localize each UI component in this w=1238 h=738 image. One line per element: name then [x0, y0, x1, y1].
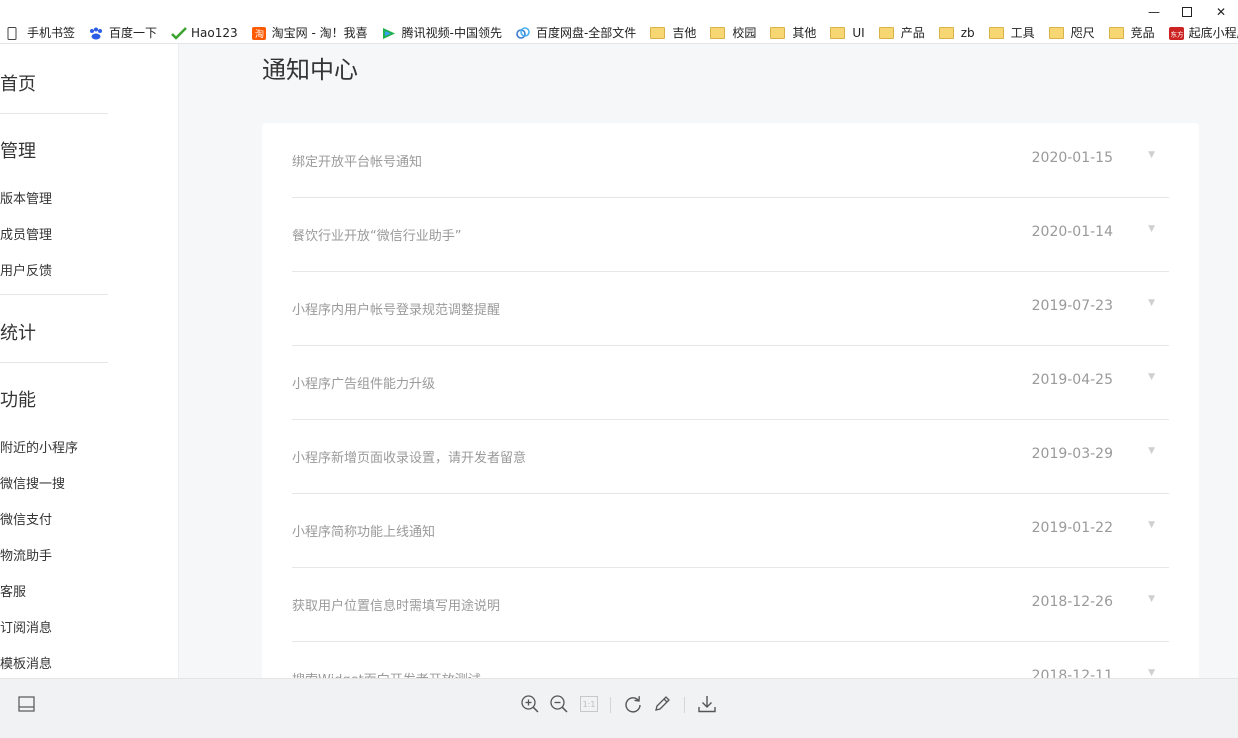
nav-item-nearby-miniprogram[interactable]: 附近的小程序 [0, 437, 78, 456]
nav-group-features[interactable]: 功能 [0, 386, 36, 412]
nav-group-stats[interactable]: 统计 [0, 319, 36, 345]
notice-title: 小程序广告组件能力升级 [292, 377, 436, 392]
bookmark-folder-product[interactable]: 产品 [878, 24, 925, 41]
window-titlebar: — ✕ [0, 0, 1238, 24]
notice-row[interactable]: 小程序内用户帐号登录规范调整提醒 2019-07-23 ▼ [292, 271, 1169, 346]
bookmark-taobao[interactable]: 淘 淘宝网 - 淘！我喜 [251, 24, 368, 41]
viewer-toolbar: 1:1 [0, 678, 1238, 738]
nav-item-customer-service[interactable]: 客服 [0, 581, 26, 600]
notice-date: 2020-01-15 [1031, 150, 1113, 166]
bookmark-qidi[interactable]: 东方 起底小程序 [1168, 24, 1238, 41]
nav-divider [0, 362, 108, 363]
actual-size-icon[interactable]: 1:1 [578, 693, 600, 715]
toolbar-divider [610, 697, 611, 713]
minimize-icon[interactable]: — [1144, 3, 1164, 21]
notice-date: 2020-01-14 [1031, 224, 1113, 240]
notice-date: 2019-03-29 [1031, 446, 1113, 462]
chevron-down-icon[interactable]: ▼ [1148, 298, 1155, 308]
notice-date: 2018-12-26 [1031, 594, 1113, 610]
panel-icon[interactable] [15, 693, 37, 715]
bookmark-folder-competitors[interactable]: 竞品 [1108, 24, 1155, 41]
tencent-video-icon [382, 27, 396, 39]
chevron-down-icon[interactable]: ▼ [1148, 668, 1155, 678]
notice-date: 2019-01-22 [1031, 520, 1113, 536]
notice-row[interactable]: 获取用户位置信息时需填写用途说明 2018-12-26 ▼ [292, 567, 1169, 642]
folder-icon [878, 26, 894, 39]
notice-row[interactable]: 小程序简称功能上线通知 2019-01-22 ▼ [292, 493, 1169, 568]
svg-text:东方: 东方 [1170, 29, 1184, 38]
folder-icon [1048, 26, 1064, 39]
phone-icon [7, 26, 21, 40]
maximize-icon[interactable] [1177, 3, 1197, 21]
chevron-down-icon[interactable]: ▼ [1148, 150, 1155, 160]
zoom-in-icon[interactable] [519, 693, 541, 715]
nav-divider [0, 294, 108, 295]
nav-item-subscribe-message[interactable]: 订阅消息 [0, 617, 52, 636]
bookmark-folder-other[interactable]: 其他 [770, 24, 816, 41]
hao123-icon [171, 26, 187, 40]
folder-icon [770, 26, 786, 39]
bookmark-baidu[interactable]: 百度一下 [89, 24, 157, 41]
bookmark-baidu-netdisk[interactable]: 百度网盘-全部文件 [516, 24, 636, 41]
rotate-icon[interactable] [622, 693, 644, 715]
edit-icon[interactable] [651, 693, 673, 715]
page-title: 通知中心 [262, 56, 358, 84]
notice-title: 餐饮行业开放“微信行业助手” [292, 229, 462, 244]
notice-row[interactable]: 小程序新增页面收录设置，请开发者留意 2019-03-29 ▼ [292, 419, 1169, 494]
nav-item-user-feedback[interactable]: 用户反馈 [0, 260, 52, 279]
bookmark-hao123[interactable]: Hao123 [171, 26, 238, 40]
chevron-down-icon[interactable]: ▼ [1148, 520, 1155, 530]
bookmark-folder-zhichi[interactable]: 咫尺 [1048, 24, 1095, 41]
nav-item-template-message[interactable]: 模板消息 [0, 653, 52, 672]
bookmark-folder-guitar[interactable]: 吉他 [650, 24, 696, 41]
bookmark-folder-zb[interactable]: zb [938, 26, 975, 40]
folder-icon [830, 26, 846, 39]
notice-title: 获取用户位置信息时需填写用途说明 [292, 599, 501, 614]
zoom-out-icon[interactable] [548, 693, 570, 715]
sidebar: 首页 管理 版本管理 成员管理 用户反馈 统计 功能 附近的小程序 微信搜一搜 … [0, 44, 179, 678]
bookmark-tencent-video[interactable]: 腾讯视频-中国领先 [382, 24, 502, 41]
taobao-icon: 淘 [251, 26, 266, 40]
download-icon[interactable] [696, 693, 718, 715]
bookmark-folder-ui[interactable]: UI [830, 26, 865, 40]
close-icon[interactable]: ✕ [1211, 3, 1231, 21]
bookmarks-bar: 手机书签 百度一下 Hao123 淘 淘宝网 - 淘！我喜 腾讯视频-中国领先 … [0, 22, 1238, 44]
bookmark-folder-campus[interactable]: 校园 [710, 24, 756, 41]
notice-row[interactable]: 搜索Widget面向开发者开放测试 2018-12-11 ▼ [292, 641, 1169, 683]
dongfang-icon: 东方 [1168, 26, 1184, 40]
chevron-down-icon[interactable]: ▼ [1148, 446, 1155, 456]
notice-row[interactable]: 小程序广告组件能力升级 2019-04-25 ▼ [292, 345, 1169, 420]
svg-text:淘: 淘 [255, 28, 264, 40]
notice-title: 小程序内用户帐号登录规范调整提醒 [292, 303, 501, 318]
toolbar-divider [684, 697, 685, 713]
nav-item-wechat-pay[interactable]: 微信支付 [0, 509, 52, 528]
notice-date: 2019-07-23 [1031, 298, 1113, 314]
bookmark-folder-tools[interactable]: 工具 [988, 24, 1035, 41]
nav-item-member-manage[interactable]: 成员管理 [0, 224, 52, 243]
chevron-down-icon[interactable]: ▼ [1148, 372, 1155, 382]
notice-list-panel: 绑定开放平台帐号通知 2020-01-15 ▼ 餐饮行业开放“微信行业助手” 2… [262, 123, 1199, 683]
chevron-down-icon[interactable]: ▼ [1148, 224, 1155, 234]
folder-icon [938, 26, 954, 39]
notice-row[interactable]: 绑定开放平台帐号通知 2020-01-15 ▼ [292, 123, 1169, 198]
nav-home[interactable]: 首页 [0, 70, 36, 96]
notice-title: 小程序简称功能上线通知 [292, 525, 436, 540]
nav-item-version-manage[interactable]: 版本管理 [0, 188, 52, 207]
baidu-netdisk-icon [516, 26, 530, 39]
notice-row[interactable]: 餐饮行业开放“微信行业助手” 2020-01-14 ▼ [292, 197, 1169, 272]
nav-group-manage[interactable]: 管理 [0, 137, 36, 163]
chevron-down-icon[interactable]: ▼ [1148, 594, 1155, 604]
folder-icon [710, 26, 726, 39]
baidu-icon [89, 27, 103, 39]
folder-icon [1108, 26, 1124, 39]
folder-icon [650, 26, 666, 39]
notice-title: 绑定开放平台帐号通知 [292, 155, 423, 170]
folder-icon [988, 26, 1004, 39]
nav-divider [0, 113, 108, 114]
notice-date: 2019-04-25 [1031, 372, 1113, 388]
nav-item-wechat-search[interactable]: 微信搜一搜 [0, 473, 65, 492]
notice-title: 小程序新增页面收录设置，请开发者留意 [292, 451, 527, 466]
nav-item-logistics-assistant[interactable]: 物流助手 [0, 545, 52, 564]
bookmark-mobile[interactable]: 手机书签 [7, 24, 75, 41]
